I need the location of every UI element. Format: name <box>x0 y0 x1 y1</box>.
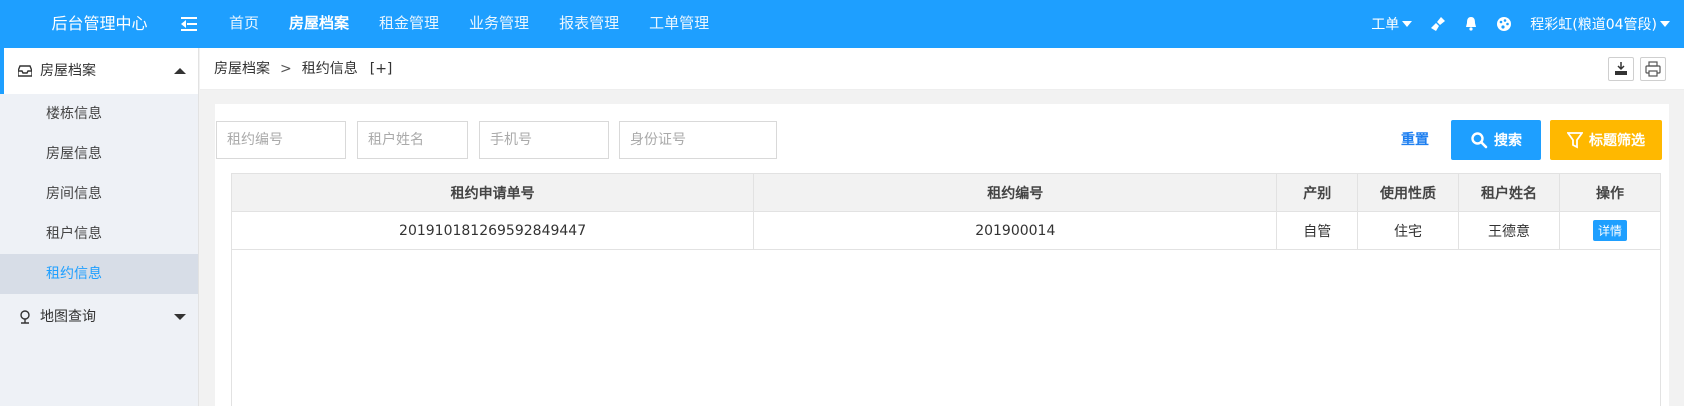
sidebar-group-label: 房屋档案 <box>40 63 96 79</box>
tenant-name-input[interactable] <box>357 121 468 159</box>
table-empty-area <box>231 250 1661 406</box>
search-icon <box>1471 132 1488 149</box>
map-pin-icon <box>20 310 30 324</box>
breadcrumb-separator: > <box>280 61 292 77</box>
breadcrumb-expand[interactable]: [+] <box>370 48 393 90</box>
nav-report-management[interactable]: 报表管理 <box>544 0 634 48</box>
cell-property-type: 自管 <box>1276 211 1358 250</box>
nav-work-order-management[interactable]: 工单管理 <box>634 0 724 48</box>
export-icon <box>1615 62 1627 75</box>
reset-button[interactable]: 重置 <box>1401 121 1429 159</box>
phone-input[interactable] <box>479 121 609 159</box>
palette-icon[interactable] <box>1496 16 1512 32</box>
user-menu[interactable]: 程彩虹(粮道04管段) <box>1530 14 1670 34</box>
top-header: 后台管理中心 首页 房屋档案 租金管理 业务管理 报表管理 工单管理 工单 程彩… <box>0 0 1684 48</box>
lease-number-input[interactable] <box>216 121 346 159</box>
work-order-label: 工单 <box>1371 17 1400 33</box>
sidebar-group-map-query[interactable]: 地图查询 <box>0 294 198 340</box>
chevron-down-icon <box>1660 21 1670 27</box>
nav-home[interactable]: 首页 <box>214 0 274 48</box>
inbox-icon <box>18 65 32 77</box>
app-brand: 后台管理中心 <box>51 14 148 33</box>
search-button-label: 搜索 <box>1494 133 1522 149</box>
sidebar-group-house-archive[interactable]: 房屋档案 <box>0 48 198 94</box>
id-card-input[interactable] <box>619 121 777 159</box>
sidebar-item-tenant-info[interactable]: 租户信息 <box>0 214 198 254</box>
breadcrumb-item[interactable]: 房屋档案 <box>214 48 270 90</box>
user-name: 程彩虹(粮道04管段) <box>1530 17 1657 33</box>
sidebar-item-lease-info[interactable]: 租约信息 <box>0 254 198 294</box>
print-button[interactable] <box>1640 57 1666 81</box>
column-header-action: 操作 <box>1558 173 1662 212</box>
search-button[interactable]: 搜索 <box>1451 120 1541 160</box>
chevron-down-icon <box>174 314 186 320</box>
lease-table: 租约申请单号 租约编号 产别 使用性质 租户姓名 操作 201910181269… <box>230 173 1662 250</box>
cell-tenant-name: 王德意 <box>1457 211 1560 250</box>
title-filter-button-label: 标题筛选 <box>1589 133 1645 149</box>
column-header-tenant-name[interactable]: 租户姓名 <box>1457 173 1560 212</box>
cell-application-no: 201910181269592849447 <box>230 211 755 250</box>
detail-button[interactable]: 详情 <box>1592 220 1627 241</box>
sidebar-item-building-info[interactable]: 楼栋信息 <box>0 94 198 134</box>
column-header-lease-no[interactable]: 租约编号 <box>753 173 1278 212</box>
sidebar-item-room-info[interactable]: 房间信息 <box>0 174 198 214</box>
sidebar-item-house-info[interactable]: 房屋信息 <box>0 134 198 174</box>
table-header-row: 租约申请单号 租约编号 产别 使用性质 租户姓名 操作 <box>230 173 1662 212</box>
cell-usage: 住宅 <box>1357 211 1459 250</box>
sidebar-group-label: 地图查询 <box>40 309 96 325</box>
work-order-dropdown[interactable]: 工单 <box>1371 14 1413 34</box>
top-nav: 首页 房屋档案 租金管理 业务管理 报表管理 工单管理 <box>214 0 724 48</box>
nav-rent-management[interactable]: 租金管理 <box>364 0 454 48</box>
title-filter-button[interactable]: 标题筛选 <box>1550 120 1662 160</box>
chevron-down-icon <box>1402 21 1413 27</box>
sidebar: 房屋档案 楼栋信息 房屋信息 房间信息 租户信息 租约信息 地图查询 <box>0 48 199 406</box>
printer-icon <box>1645 61 1661 77</box>
breadcrumb: 房屋档案 > 租约信息 [+] <box>214 48 392 90</box>
nav-business-management[interactable]: 业务管理 <box>454 0 544 48</box>
breadcrumb-bar: 房屋档案 > 租约信息 [+] <box>200 48 1684 90</box>
breadcrumb-item: 租约信息 <box>301 61 358 77</box>
export-button[interactable] <box>1608 57 1634 81</box>
filter-icon <box>1567 132 1583 149</box>
table-row[interactable]: 201910181269592849447 201900014 自管 住宅 王德… <box>230 211 1662 250</box>
column-header-usage[interactable]: 使用性质 <box>1357 173 1459 212</box>
clean-icon[interactable] <box>1430 16 1446 32</box>
column-header-application-no[interactable]: 租约申请单号 <box>230 173 755 212</box>
content-panel: 重置 搜索 标题筛选 租约申请单号 租约编号 产别 使用性质 租户姓名 操作 2… <box>215 104 1669 406</box>
nav-house-archive[interactable]: 房屋档案 <box>274 0 364 48</box>
cell-action: 详情 <box>1558 211 1662 250</box>
column-header-property-type[interactable]: 产别 <box>1276 173 1358 212</box>
chevron-up-icon <box>174 68 186 74</box>
top-right-tools: 工单 程彩虹(粮道04管段) <box>1353 0 1670 48</box>
cell-lease-no: 201900014 <box>753 211 1278 250</box>
collapse-menu-icon[interactable] <box>179 14 199 34</box>
bell-icon[interactable] <box>1464 16 1478 32</box>
